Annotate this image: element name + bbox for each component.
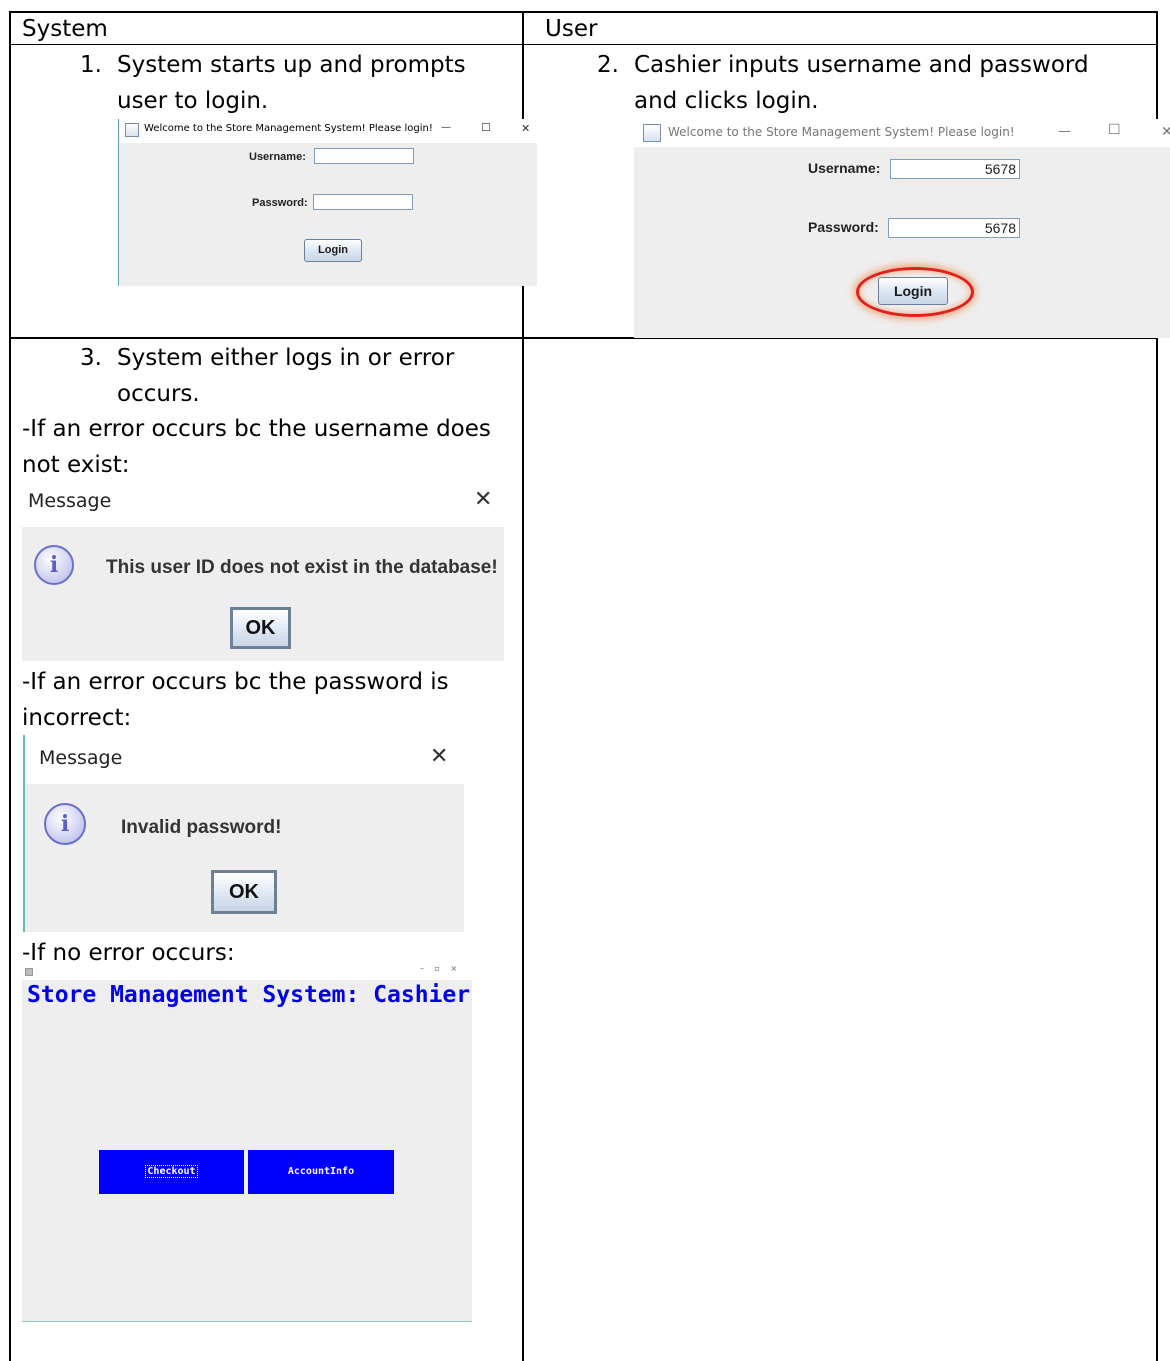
step2-text-line2: and clicks login. xyxy=(634,88,819,114)
cashier-window xyxy=(22,980,472,1322)
cashier-window-title: Store Management System: Cashier xyxy=(27,982,471,1008)
info-icon: i xyxy=(44,803,86,845)
step2-text-line1: Cashier inputs username and password xyxy=(634,52,1089,78)
minimize-icon[interactable]: — xyxy=(1058,124,1071,139)
table-border-left xyxy=(9,11,11,1361)
close-icon[interactable]: ✕ xyxy=(521,122,530,135)
password-label: Password: xyxy=(808,219,879,235)
step1-text-line1: System starts up and prompts xyxy=(117,52,466,78)
note-bad-pw-line2: incorrect: xyxy=(22,705,132,731)
username-field[interactable] xyxy=(314,148,414,164)
step3-text-line1: System either logs in or error xyxy=(117,345,455,371)
username-label: Username: xyxy=(808,160,881,176)
password-field[interactable] xyxy=(313,194,413,210)
step3-number: 3. xyxy=(80,345,102,371)
note-no-user-line1: -If an error occurs bc the username does xyxy=(22,416,491,442)
username-label: Username: xyxy=(249,151,306,163)
cashier-window-icon xyxy=(25,968,33,976)
info-icon: i xyxy=(34,545,74,585)
note-no-error: -If no error occurs: xyxy=(22,940,235,966)
username-field[interactable]: 5678 xyxy=(890,159,1020,179)
header-user: User xyxy=(545,16,598,42)
java-icon xyxy=(643,124,661,142)
close-icon[interactable]: ✕ xyxy=(474,487,492,512)
maximize-icon[interactable]: ☐ xyxy=(481,121,491,134)
dialog-bad-pw-ok-button[interactable]: OK xyxy=(211,870,277,914)
dialog-bad-pw-title: Message xyxy=(39,747,123,769)
checkout-button-label: Checkout xyxy=(145,1165,198,1178)
note-bad-pw-line1: -If an error occurs bc the password is xyxy=(22,669,449,695)
login-button[interactable]: Login xyxy=(304,239,362,262)
dialog-no-user-ok-button[interactable]: OK xyxy=(230,607,291,649)
login-window-empty: Welcome to the Store Management System! … xyxy=(118,119,537,286)
login-window-title: Welcome to the Store Management System! … xyxy=(144,123,433,134)
step1-number: 1. xyxy=(80,52,102,78)
close-icon[interactable]: ✕ xyxy=(430,744,448,769)
step3-text-line2: occurs. xyxy=(117,381,200,407)
close-icon[interactable]: ✕ xyxy=(1161,124,1170,140)
step1-text-line2: user to login. xyxy=(117,88,269,114)
dialog-no-user-message: This user ID does not exist in the datab… xyxy=(106,557,498,578)
account-info-button[interactable]: AccountInfo xyxy=(248,1150,394,1194)
password-label: Password: xyxy=(252,197,308,209)
login-window-filled: Welcome to the Store Management System! … xyxy=(634,119,1170,338)
checkout-button[interactable]: Checkout xyxy=(99,1150,244,1194)
login-window-filled-title: Welcome to the Store Management System! … xyxy=(668,125,1015,139)
password-field[interactable]: 5678 xyxy=(888,218,1020,238)
note-no-user-line2: not exist: xyxy=(22,452,130,478)
dialog-no-user-title: Message xyxy=(28,490,112,512)
step2-number: 2. xyxy=(597,52,619,78)
header-system: System xyxy=(22,16,108,42)
login-button[interactable]: Login xyxy=(878,277,948,305)
maximize-icon[interactable]: ☐ xyxy=(1108,122,1121,138)
minimize-icon[interactable]: — xyxy=(441,122,451,133)
dialog-bad-pw-message: Invalid password! xyxy=(121,817,282,838)
java-icon xyxy=(125,123,139,137)
cashier-window-controls[interactable]: – ▫ × xyxy=(420,964,457,973)
